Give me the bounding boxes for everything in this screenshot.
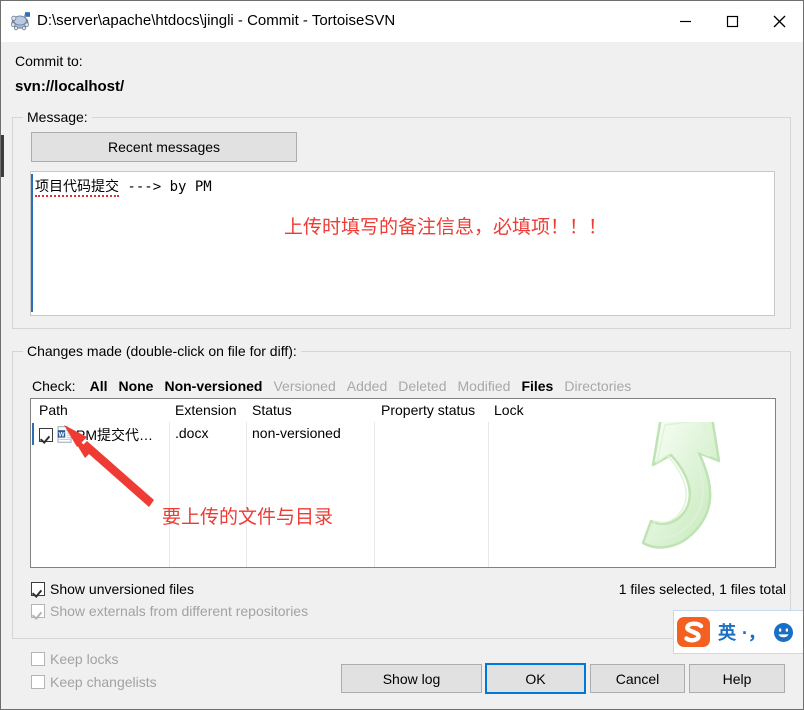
misspelled-text: 项目代码提交 [35, 179, 119, 197]
checkbox-glyph [39, 428, 53, 443]
cell-status: non-versioned [252, 425, 341, 441]
changes-file-list[interactable]: Path Extension Status Property status Lo… [30, 398, 776, 568]
table-row[interactable]: W PM提交代… .docx non-versioned [31, 423, 775, 445]
changes-group-legend: Changes made (double-click on file for d… [23, 343, 301, 359]
smiley-face-icon[interactable] [773, 622, 794, 643]
checkbox-label: Show unversioned files [50, 581, 194, 597]
commit-dialog-window: D:\server\apache\htdocs\jingli - Commit … [0, 0, 804, 710]
checkbox-glyph [31, 675, 45, 689]
check-link-non-versioned[interactable]: Non-versioned [164, 378, 262, 394]
check-link-files[interactable]: Files [521, 378, 553, 394]
show-externals-checkbox: Show externals from different repositori… [31, 603, 308, 619]
check-link-none[interactable]: None [118, 378, 153, 394]
commit-to-label: Commit to: [15, 53, 83, 69]
message-annotation: 上传时填写的备注信息，必填项！！！ [284, 217, 608, 238]
files-status-text: 1 files selected, 1 files total [618, 581, 786, 597]
minimize-icon[interactable] [662, 1, 709, 42]
checkbox-glyph [31, 652, 45, 666]
ime-mode-toggle[interactable]: 英 [718, 619, 736, 645]
close-icon[interactable] [756, 1, 803, 42]
file-list-header: Path Extension Status Property status Lo… [31, 399, 775, 422]
file-list-annotation: 要上传的文件与目录 [162, 507, 334, 528]
window-controls [662, 1, 803, 42]
ok-button[interactable]: OK [485, 663, 586, 694]
check-link-all[interactable]: All [90, 378, 108, 394]
commit-message-text-rest: ---> by PM [119, 179, 212, 195]
commit-message-input[interactable]: 项目代码提交 ---> by PM 上传时填写的备注信息，必填项！！！ [30, 171, 775, 316]
checkbox-label: Keep changelists [50, 674, 157, 690]
column-header-lock[interactable]: Lock [494, 402, 524, 418]
ime-punctuation-toggle[interactable]: ·， [742, 619, 766, 645]
cell-path: PM提交代… [76, 427, 153, 443]
show-log-button[interactable]: Show log [341, 664, 482, 693]
maximize-icon[interactable] [709, 1, 756, 42]
window-title: D:\server\apache\htdocs\jingli - Commit … [37, 12, 396, 29]
window-edge-artifact [1, 135, 4, 177]
sogou-pinyin-logo-icon[interactable] [676, 614, 712, 650]
titlebar: D:\server\apache\htdocs\jingli - Commit … [1, 1, 803, 42]
column-header-extension[interactable]: Extension [175, 402, 236, 418]
check-link-added: Added [346, 378, 388, 394]
check-label: Check: [32, 378, 76, 394]
word-document-icon: W [57, 425, 72, 444]
column-header-property-status[interactable]: Property status [381, 402, 475, 418]
keep-locks-checkbox: Keep locks [31, 651, 118, 667]
svg-text:W: W [58, 432, 65, 439]
check-link-modified: Modified [457, 378, 511, 394]
check-filter-row: Check: All None Non-versioned Versioned … [32, 378, 642, 394]
checkbox-glyph [31, 604, 45, 618]
check-link-deleted: Deleted [398, 378, 447, 394]
help-button[interactable]: Help [689, 664, 785, 693]
show-unversioned-files-checkbox[interactable]: Show unversioned files [31, 581, 194, 597]
check-link-versioned: Versioned [273, 378, 336, 394]
message-group-legend: Message: [23, 109, 92, 125]
commit-to-url: svn://localhost/ [15, 78, 125, 95]
cell-extension: .docx [175, 425, 209, 441]
column-header-path[interactable]: Path [39, 402, 68, 418]
checkbox-label: Keep locks [50, 651, 119, 667]
sogou-ime-toolbar[interactable]: 英 ·， [673, 610, 803, 654]
recent-messages-button[interactable]: Recent messages [31, 132, 297, 162]
column-header-status[interactable]: Status [252, 402, 292, 418]
check-link-directories: Directories [564, 378, 632, 394]
commit-message-text: 项目代码提交 ---> by PM [35, 176, 212, 197]
cancel-button[interactable]: Cancel [590, 664, 685, 693]
checkbox-glyph [31, 582, 45, 596]
keep-changelists-checkbox: Keep changelists [31, 674, 157, 690]
text-caret [31, 174, 33, 312]
tortoisesvn-turtle-icon [9, 11, 31, 31]
row-checkbox[interactable] [39, 426, 53, 443]
checkbox-label: Show externals from different repositori… [50, 603, 309, 619]
